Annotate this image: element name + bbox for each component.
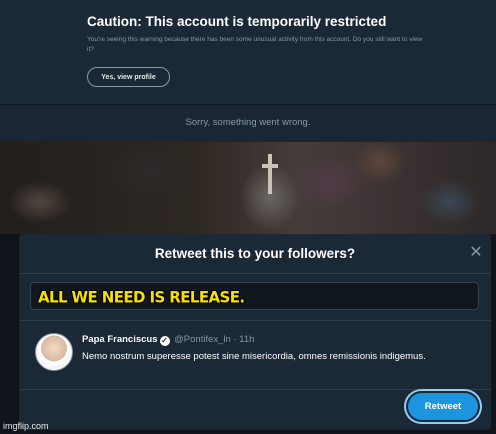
restricted-account-warning: Caution: This account is temporarily res…	[0, 0, 496, 104]
dialog-header: Retweet this to your followers? ✕	[19, 234, 491, 274]
error-message: Sorry, something went wrong.	[185, 117, 311, 128]
error-banner: Sorry, something went wrong.	[0, 104, 496, 142]
view-profile-button[interactable]: Yes, view profile	[87, 67, 170, 87]
tweet-author-row: Papa Franciscus ✓ @Pontifex_ln · 11h	[82, 334, 254, 346]
comment-input[interactable]: ALL WE NEED IS RELEASE.	[30, 282, 479, 310]
tweet-time: 11h	[239, 334, 255, 345]
verified-icon: ✓	[159, 336, 170, 346]
caution-message: You're seeing this warning because there…	[87, 36, 423, 53]
author-handle: @Pontifex_ln	[174, 334, 231, 345]
avatar	[35, 333, 73, 371]
cross-pendant	[262, 154, 278, 194]
close-icon[interactable]: ✕	[467, 244, 485, 262]
tweet-text: Nemo nostrum superesse potest sine miser…	[82, 351, 426, 362]
watermark: imgflip.com	[3, 421, 49, 431]
retweet-dialog: Retweet this to your followers? ✕ ALL WE…	[19, 234, 491, 430]
meta-separator: ·	[233, 334, 237, 345]
caution-title: Caution: This account is temporarily res…	[87, 14, 387, 29]
background-photo	[0, 142, 496, 234]
dialog-title: Retweet this to your followers?	[154, 246, 356, 261]
retweet-button[interactable]: Retweet	[408, 393, 478, 420]
comment-text: ALL WE NEED IS RELEASE.	[38, 287, 245, 307]
quoted-tweet: Papa Franciscus ✓ @Pontifex_ln · 11h Nemo…	[19, 320, 491, 390]
author-name: Papa Franciscus	[82, 334, 158, 345]
